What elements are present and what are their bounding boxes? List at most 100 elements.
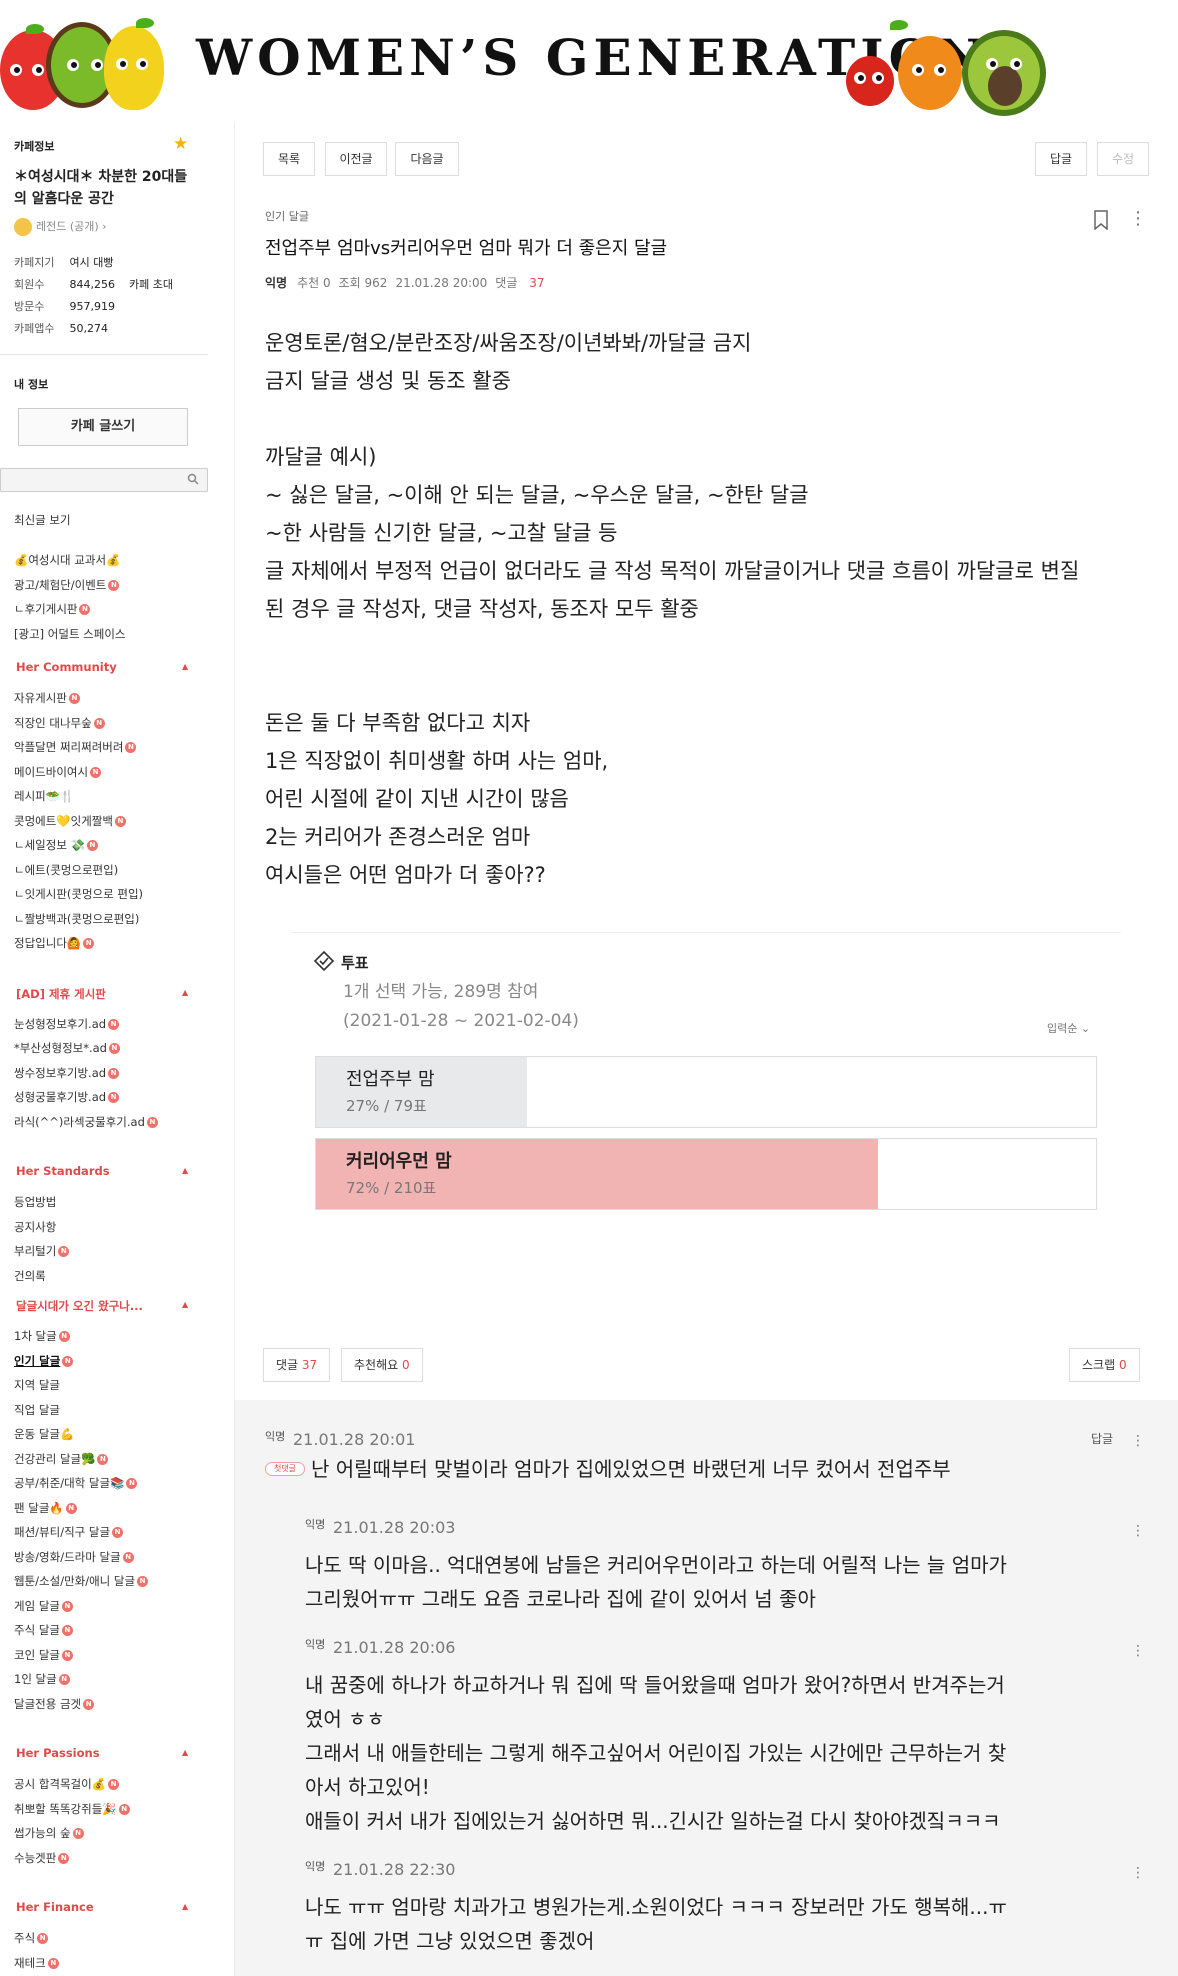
more-options-icon[interactable]: ⋮ (1131, 1524, 1145, 1538)
sidebar-category-header[interactable]: Her Standards (16, 1164, 110, 1178)
collapse-caret-icon[interactable]: ▲ (182, 988, 188, 997)
sidebar-menu-item[interactable]: 직장인 대나무숲 N (14, 715, 105, 731)
sidebar-menu-item[interactable]: 지역 달글 (14, 1377, 60, 1393)
sidebar-menu-item[interactable]: 패션/뷰티/직구 달글 N (14, 1524, 124, 1540)
more-options-icon[interactable]: ⋮ (1129, 210, 1147, 228)
sidebar-menu-item[interactable]: 정답입니다🙆 N (14, 935, 95, 951)
comment-author[interactable]: 익명 (305, 1858, 325, 1874)
sidebar-menu-item[interactable]: 코인 달글 N (14, 1647, 73, 1663)
post-author[interactable]: 익명 (265, 276, 287, 290)
new-badge-icon: N (90, 766, 102, 778)
sidebar-menu-item[interactable]: ㄴ후기게시판 N (14, 601, 91, 617)
search-icon[interactable] (187, 473, 199, 485)
member-level[interactable]: 레전드 (공개) › (14, 218, 107, 236)
sidebar-menu-item[interactable]: 달글전용 금겟 N (14, 1696, 95, 1712)
sidebar-menu-item[interactable]: 메이드바이여시 N (14, 764, 102, 780)
sidebar-menu-item[interactable]: ㄴ에트(콧멍으로편입) (14, 862, 118, 878)
sidebar-menu-item[interactable]: 공지사항 (14, 1219, 56, 1235)
sidebar-menu-item[interactable]: 눈성형정보후기.ad N (14, 1016, 120, 1032)
poll-option[interactable]: 커리어우먼 맘 72% / 210표 (315, 1138, 1097, 1210)
post-body: 운영토론/혐오/분란조장/싸움조장/이년봐봐/까달글 금지 금지 달글 생성 및 … (265, 324, 1155, 894)
sidebar-search-input[interactable] (0, 468, 208, 492)
sidebar-category-header[interactable]: Her Finance (16, 1900, 94, 1914)
more-options-icon[interactable]: ⋮ (1131, 1866, 1145, 1880)
sidebar-menu-item[interactable]: 공부/취준/대학 달글📚 N (14, 1475, 138, 1491)
recommend-button[interactable]: 추천해요 0 (341, 1348, 423, 1382)
sidebar-menu-item[interactable]: 등업방법 (14, 1194, 56, 1210)
sidebar-menu-item[interactable]: 주식 N (14, 1930, 49, 1946)
post-board-link[interactable]: 인기 달글 (265, 208, 309, 224)
sidebar-menu-item[interactable]: 인기 달글 N (14, 1353, 74, 1369)
prev-post-button[interactable]: 이전글 (325, 142, 387, 176)
cafe-banner[interactable]: WOMEN’S GENERATION (0, 0, 1050, 118)
scrap-button[interactable]: 스크랩 0 (1069, 1348, 1140, 1382)
sidebar-menu-item[interactable]: ㄴ짤방백과(콧멍으로편입) (14, 911, 139, 927)
sidebar-menu-item[interactable]: *부산성형정보*.ad N (14, 1040, 120, 1056)
new-badge-icon: N (61, 1600, 73, 1612)
sidebar-category-header[interactable]: Her Community (16, 660, 117, 674)
list-button[interactable]: 목록 (263, 142, 315, 176)
poll-desc: 1개 선택 가능, 289명 참여 (2021-01-28 ~ 2021-02-… (343, 982, 579, 1031)
sidebar-menu-item[interactable]: 썹가능의 숲N (14, 1825, 84, 1841)
collapse-caret-icon[interactable]: ▲ (182, 662, 188, 671)
sidebar-menu-item[interactable]: 악플달면 쩌리쩌려버려 N (14, 739, 137, 755)
sidebar-menu-item[interactable]: 콧멍에트💛잇게짤백 N (14, 813, 126, 829)
edit-button[interactable]: 수정 (1097, 142, 1149, 176)
more-options-icon[interactable]: ⋮ (1131, 1644, 1145, 1658)
sidebar-category-header[interactable]: 달글시대가 오긴 왔구나... (16, 1298, 143, 1314)
cafe-invite-link[interactable]: 카페 초대 (129, 274, 173, 296)
comments-toggle-button[interactable]: 댓글 37 (263, 1348, 331, 1382)
sidebar-menu-item[interactable]: 쌍수정보후기방.ad N (14, 1065, 120, 1081)
sidebar-menu-item[interactable]: ㄴ잇게시판(콧멍으로 편입) (14, 886, 143, 902)
collapse-caret-icon[interactable]: ▲ (182, 1748, 188, 1757)
sidebar-menu-item[interactable]: 취뽀할 똑똑강쥐들🎉 N (14, 1801, 130, 1817)
sidebar-menu-item[interactable]: 광고/체험단/이벤트 N (14, 577, 120, 593)
sidebar-category-header[interactable]: [AD] 제휴 게시판 (16, 986, 106, 1002)
sidebar-menu-item[interactable]: 라식(^^)라섹궁물후기.ad N (14, 1114, 158, 1130)
poll-sort-dropdown[interactable]: 입력순 ⌄ (1047, 1020, 1090, 1036)
sidebar-menu-item[interactable]: 1차 달글 N (14, 1328, 70, 1344)
new-badge-icon: N (114, 815, 126, 827)
sidebar-menu-item[interactable]: 1인 달글 N (14, 1671, 70, 1687)
sidebar-menu-item[interactable]: 웹툰/소설/만화/애니 달글 N (14, 1573, 149, 1589)
collapse-caret-icon[interactable]: ▲ (182, 1166, 188, 1175)
sidebar-menu-item[interactable]: 부리털기 N (14, 1243, 70, 1259)
sidebar-menu-item[interactable]: 재테크 N (14, 1955, 59, 1971)
sidebar-menu-item[interactable]: ㄴ세일정보 💸 N (14, 837, 98, 853)
new-badge-icon: N (146, 1116, 158, 1128)
sidebar-menu-item[interactable]: 성형궁물후기방.ad N (14, 1089, 120, 1105)
poll-option[interactable]: 전업주부 맘 27% / 79표 (315, 1056, 1097, 1128)
comment-reply-button[interactable]: 답글 (1091, 1430, 1113, 1447)
sidebar-menu-item[interactable]: 수능겟판 N (14, 1850, 70, 1866)
sidebar-menu-item[interactable]: [광고] 어덜트 스페이스 (14, 626, 126, 642)
sidebar-menu-item[interactable]: 공시 합격목걸이💰 N (14, 1776, 120, 1792)
sidebar-menu-item[interactable]: 게임 달글 N (14, 1598, 73, 1614)
comment-author[interactable]: 익명 (265, 1428, 285, 1444)
comment-author[interactable]: 익명 (305, 1636, 325, 1652)
sidebar-menu-item[interactable]: 💰여성시대 교과서💰 (14, 552, 120, 568)
star-icon[interactable]: ★ (173, 134, 188, 154)
sidebar-menu-item[interactable]: 건강관리 달글🥦 N (14, 1451, 109, 1467)
collapse-caret-icon[interactable]: ▲ (182, 1300, 188, 1309)
new-badge-icon: N (137, 1576, 149, 1587)
cafe-write-button[interactable]: 카페 글쓰기 (18, 408, 188, 446)
comment-author[interactable]: 익명 (305, 1516, 325, 1532)
sidebar-menu-item[interactable]: 운동 달글💪 (14, 1426, 74, 1442)
sidebar-menu-item[interactable]: 방송/영화/드라마 달글 N (14, 1549, 134, 1565)
sidebar-category-header[interactable]: Her Passions (16, 1746, 100, 1760)
next-post-button[interactable]: 다음글 (395, 142, 459, 176)
sidebar-menu-item[interactable]: 건의록 (14, 1268, 46, 1284)
cafe-name[interactable]: ＊여성시대＊ 차분한 20대들의 알흠다운 공간 (14, 166, 194, 210)
bookmark-icon[interactable] (1093, 210, 1109, 230)
recent-posts-link[interactable]: 최신글 보기 (14, 512, 71, 528)
sidebar-menu-item[interactable]: 레시피🥗🍴 (14, 788, 74, 804)
sidebar-menu-item[interactable]: 주식 달글 N (14, 1622, 73, 1638)
reply-button[interactable]: 답글 (1035, 142, 1087, 176)
comment-text: 나도 ㅠㅠ 엄마랑 치과가고 병원가는게.소원이었다 ㅋㅋㅋ 장보러만 가도 행… (305, 1895, 1007, 1953)
more-options-icon[interactable]: ⋮ (1131, 1434, 1145, 1448)
post-body-line (265, 400, 1155, 438)
sidebar-menu-item[interactable]: 팬 달글🔥 N (14, 1500, 77, 1516)
sidebar-menu-item[interactable]: 직업 달글 (14, 1402, 60, 1418)
collapse-caret-icon[interactable]: ▲ (182, 1902, 188, 1911)
sidebar-menu-item[interactable]: 자유게시판 N (14, 690, 80, 706)
